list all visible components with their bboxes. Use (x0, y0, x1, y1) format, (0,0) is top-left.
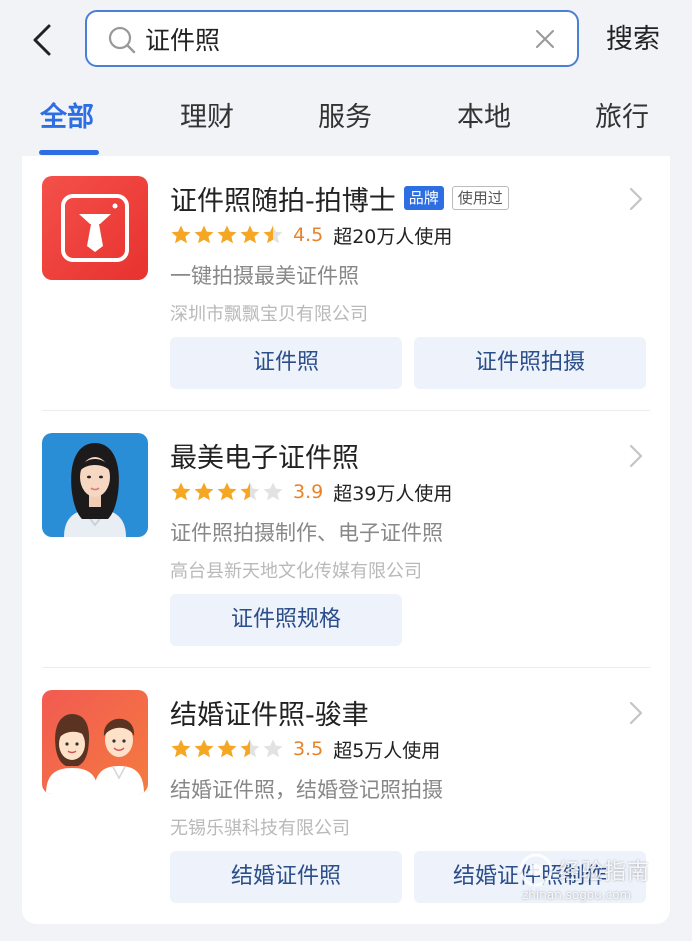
search-box[interactable] (85, 10, 579, 67)
result-company: 无锡乐骐科技有限公司 (170, 818, 350, 839)
result-title-row: 证件照随拍-拍博士 品牌 使用过 (170, 178, 509, 218)
star-icon (217, 739, 237, 758)
star-icon (217, 482, 237, 501)
user-count: 超39万人使用 (333, 482, 453, 505)
top-bar: 搜索 (0, 0, 692, 80)
result-item[interactable]: 证件照随拍-拍博士 品牌 使用过 4.5 超20万人使用 一键拍摄最美证件照 深… (22, 156, 670, 410)
star-icon (240, 482, 260, 501)
search-input[interactable] (145, 18, 525, 60)
rating-row: 3.9 超39万人使用 (170, 477, 452, 507)
tab-services[interactable]: 服务 (318, 98, 372, 138)
search-button[interactable]: 搜索 (606, 18, 660, 62)
result-company: 深圳市飘飘宝贝有限公司 (170, 304, 368, 325)
star-rating (170, 224, 285, 246)
action-button[interactable]: 证件照规格 (170, 594, 402, 646)
active-tab-indicator (39, 150, 99, 155)
action-button[interactable]: 证件照 (170, 337, 402, 389)
rating-score: 3.5 (293, 738, 324, 760)
result-description: 结婚证件照，结婚登记照拍摄 (170, 778, 443, 802)
close-icon[interactable] (531, 25, 559, 53)
tab-all[interactable]: 全部 (40, 98, 94, 138)
result-item[interactable]: 结婚证件照-骏聿 3.5 超5万人使用 结婚证件照，结婚登记照拍摄 无锡乐骐科技… (22, 670, 670, 924)
star-icon (240, 225, 260, 244)
user-count: 超5万人使用 (333, 739, 441, 762)
star-rating (170, 738, 285, 760)
star-icon (194, 482, 214, 501)
star-icon (171, 482, 191, 501)
search-icon (108, 26, 136, 54)
result-title: 结婚证件照-骏聿 (170, 699, 369, 731)
used-badge: 使用过 (451, 186, 509, 210)
back-button[interactable] (22, 18, 62, 62)
star-icon (263, 482, 283, 501)
tab-local[interactable]: 本地 (457, 98, 511, 138)
result-title-row: 最美电子证件照 (170, 435, 359, 475)
user-count: 超20万人使用 (333, 225, 453, 248)
action-button[interactable]: 结婚证件照 (170, 851, 402, 903)
brand-badge: 品牌 (403, 186, 444, 210)
star-icon (217, 225, 237, 244)
star-icon (194, 739, 214, 758)
result-title: 最美电子证件照 (170, 442, 359, 474)
result-item[interactable]: 最美电子证件照 3.9 超39万人使用 证件照拍摄制作、电子证件照 高台县新天地… (22, 413, 670, 667)
action-button[interactable]: 结婚证件照制作 (414, 851, 646, 903)
star-icon (171, 739, 191, 758)
tab-finance[interactable]: 理财 (180, 98, 234, 138)
chevron-right-icon[interactable] (626, 184, 646, 214)
tab-travel[interactable]: 旅行 (595, 98, 649, 138)
star-icon (263, 225, 283, 244)
chevron-right-icon[interactable] (626, 698, 646, 728)
divider (42, 667, 650, 668)
result-title-row: 结婚证件照-骏聿 (170, 692, 369, 732)
result-company: 高台县新天地文化传媒有限公司 (170, 561, 422, 582)
rating-score: 4.5 (293, 224, 324, 246)
star-icon (171, 225, 191, 244)
star-rating (170, 481, 285, 503)
star-icon (263, 739, 283, 758)
result-title: 证件照随拍-拍博士 (170, 185, 396, 217)
results-card: 证件照随拍-拍博士 品牌 使用过 4.5 超20万人使用 一键拍摄最美证件照 深… (22, 156, 670, 924)
result-description: 证件照拍摄制作、电子证件照 (170, 521, 443, 545)
chevron-left-icon (33, 24, 51, 56)
couple-cartoon-icon (42, 690, 148, 794)
rating-row: 4.5 超20万人使用 (170, 220, 452, 250)
portrait-photo-icon (42, 433, 148, 537)
rating-row: 3.5 超5万人使用 (170, 734, 440, 764)
chevron-right-icon[interactable] (626, 441, 646, 471)
rating-score: 3.9 (293, 481, 324, 503)
result-description: 一键拍摄最美证件照 (170, 264, 359, 288)
divider (42, 410, 650, 411)
action-button[interactable]: 证件照拍摄 (414, 337, 646, 389)
tie-logo-icon (42, 176, 148, 280)
category-tabs: 全部 理财 服务 本地 旅行 (0, 88, 692, 156)
star-icon (240, 739, 260, 758)
star-icon (194, 225, 214, 244)
